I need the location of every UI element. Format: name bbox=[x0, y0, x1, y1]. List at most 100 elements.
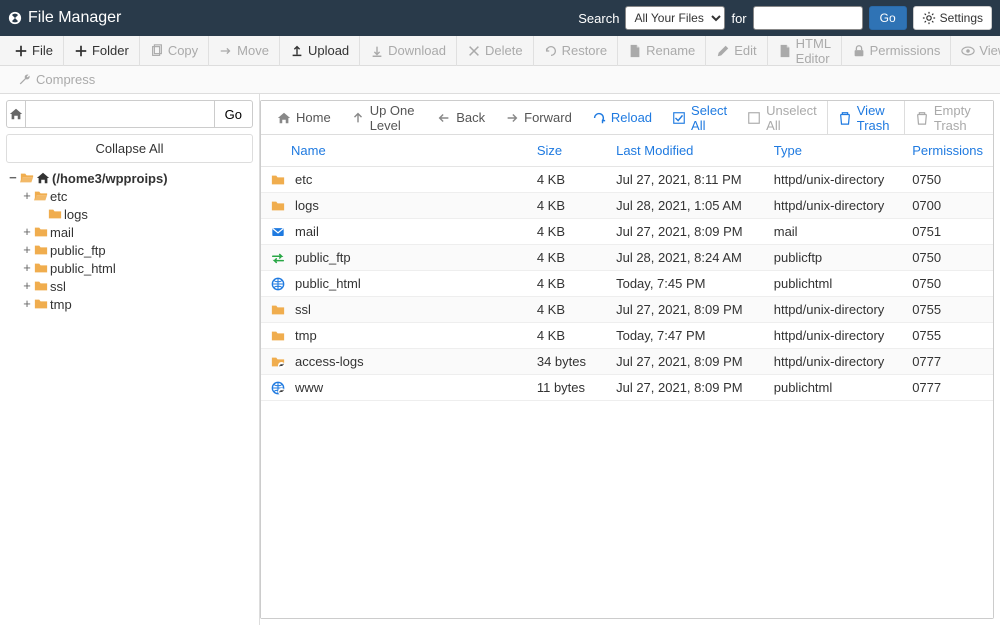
reload-label: Reload bbox=[611, 110, 652, 125]
file-name-cell: logs bbox=[271, 198, 517, 213]
col-permissions[interactable]: Permissions bbox=[902, 135, 993, 167]
expand-icon[interactable]: + bbox=[22, 261, 32, 276]
tree-node[interactable]: + public_ftp bbox=[8, 241, 253, 259]
table-row[interactable]: public_html4 KBToday, 7:45 PMpublichtml0… bbox=[261, 271, 993, 297]
search-input[interactable] bbox=[753, 6, 863, 30]
for-label: for bbox=[731, 11, 746, 26]
nav-up-button[interactable]: Up One Level bbox=[341, 101, 428, 135]
download-button[interactable]: Download bbox=[360, 36, 457, 66]
file-name-cell: mail bbox=[271, 224, 517, 239]
arrow-left-icon bbox=[437, 111, 451, 125]
file-size: 4 KB bbox=[527, 271, 606, 297]
collapse-icon[interactable]: − bbox=[8, 171, 18, 186]
expand-icon[interactable]: + bbox=[22, 297, 32, 312]
nav-forward-button[interactable]: Forward bbox=[495, 101, 582, 135]
tree-node[interactable]: + etc bbox=[8, 187, 253, 205]
tree-node-label: ssl bbox=[50, 279, 66, 294]
file-size: 4 KB bbox=[527, 323, 606, 349]
file-name: tmp bbox=[295, 328, 317, 343]
file-icon bbox=[628, 44, 642, 58]
select-all-button[interactable]: Select All bbox=[662, 101, 737, 135]
nav-home-label: Home bbox=[296, 110, 331, 125]
tree-node-label: etc bbox=[50, 189, 67, 204]
empty-trash-button[interactable]: Empty Trash bbox=[904, 101, 987, 135]
edit-button[interactable]: Edit bbox=[706, 36, 767, 66]
col-modified[interactable]: Last Modified bbox=[606, 135, 764, 167]
app-title: File Manager bbox=[28, 9, 121, 27]
file-name: public_ftp bbox=[295, 250, 351, 265]
expand-icon[interactable]: + bbox=[22, 225, 32, 240]
file-modified: Jul 27, 2021, 8:09 PM bbox=[606, 219, 764, 245]
settings-button[interactable]: Settings bbox=[913, 6, 992, 30]
table-row[interactable]: etc4 KBJul 27, 2021, 8:11 PMhttpd/unix-d… bbox=[261, 167, 993, 193]
tree-node[interactable]: + ssl bbox=[8, 277, 253, 295]
restore-label: Restore bbox=[562, 43, 608, 58]
table-row[interactable]: mail4 KBJul 27, 2021, 8:09 PMmail0751 bbox=[261, 219, 993, 245]
file-modified: Jul 27, 2021, 8:11 PM bbox=[606, 167, 764, 193]
download-label: Download bbox=[388, 43, 446, 58]
restore-button[interactable]: Restore bbox=[534, 36, 619, 66]
col-type[interactable]: Type bbox=[764, 135, 902, 167]
path-input[interactable] bbox=[26, 100, 214, 128]
compress-button[interactable]: Compress bbox=[8, 66, 105, 94]
tree-node[interactable]: +public_html bbox=[8, 259, 253, 277]
nav-home-button[interactable]: Home bbox=[267, 101, 341, 135]
main-toolbar: File Folder Copy Move Upload Download De… bbox=[0, 36, 1000, 66]
view-trash-button[interactable]: View Trash bbox=[827, 101, 904, 135]
file-list[interactable]: Name Size Last Modified Type Permissions… bbox=[261, 135, 993, 618]
tree-node-label: public_ftp bbox=[50, 243, 106, 258]
table-row[interactable]: www11 bytesJul 27, 2021, 8:09 PMpublicht… bbox=[261, 375, 993, 401]
path-go-button[interactable]: Go bbox=[214, 100, 253, 128]
table-row[interactable]: logs4 KBJul 28, 2021, 1:05 AMhttpd/unix-… bbox=[261, 193, 993, 219]
new-file-button[interactable]: File bbox=[4, 36, 64, 66]
settings-label: Settings bbox=[940, 11, 983, 25]
app-logo: File Manager bbox=[8, 9, 121, 27]
file-type: httpd/unix-directory bbox=[764, 193, 902, 219]
file-size: 4 KB bbox=[527, 193, 606, 219]
home-button[interactable] bbox=[6, 100, 26, 128]
view-label: View bbox=[979, 43, 1000, 58]
unselect-all-button[interactable]: Unselect All bbox=[737, 101, 827, 135]
col-name[interactable]: Name bbox=[261, 135, 527, 167]
html-editor-button[interactable]: HTML Editor bbox=[768, 36, 842, 66]
file-name: mail bbox=[295, 224, 319, 239]
new-folder-button[interactable]: Folder bbox=[64, 36, 140, 66]
move-button[interactable]: Move bbox=[209, 36, 280, 66]
file-permissions: 0750 bbox=[902, 245, 993, 271]
copy-button[interactable]: Copy bbox=[140, 36, 209, 66]
table-row[interactable]: public_ftp4 KBJul 28, 2021, 8:24 AMpubli… bbox=[261, 245, 993, 271]
lock-icon bbox=[852, 44, 866, 58]
view-button[interactable]: View bbox=[951, 36, 1000, 66]
table-row[interactable]: tmp4 KBToday, 7:47 PMhttpd/unix-director… bbox=[261, 323, 993, 349]
table-row[interactable]: ssl4 KBJul 27, 2021, 8:09 PMhttpd/unix-d… bbox=[261, 297, 993, 323]
file-permissions: 0777 bbox=[902, 349, 993, 375]
permissions-button[interactable]: Permissions bbox=[842, 36, 952, 66]
reload-icon bbox=[592, 111, 606, 125]
tree-root-label: (/home3/wpproips) bbox=[52, 171, 168, 186]
move-label: Move bbox=[237, 43, 269, 58]
search-label: Search bbox=[578, 11, 619, 26]
tree-root[interactable]: − (/home3/wpproips) bbox=[8, 169, 253, 187]
collapse-all-button[interactable]: Collapse All bbox=[6, 134, 253, 163]
expand-icon[interactable]: + bbox=[22, 279, 32, 294]
trash-icon bbox=[915, 111, 929, 125]
nav-up-label: Up One Level bbox=[370, 103, 418, 133]
arrow-right-icon bbox=[505, 111, 519, 125]
tree-node[interactable]: +tmp bbox=[8, 295, 253, 313]
plus-icon bbox=[74, 44, 88, 58]
col-size[interactable]: Size bbox=[527, 135, 606, 167]
search-scope-select[interactable]: All Your Files bbox=[625, 6, 725, 30]
delete-button[interactable]: Delete bbox=[457, 36, 534, 66]
table-row[interactable]: access-logs34 bytesJul 27, 2021, 8:09 PM… bbox=[261, 349, 993, 375]
rename-button[interactable]: Rename bbox=[618, 36, 706, 66]
tree-node[interactable]: +mail bbox=[8, 223, 253, 241]
file-size: 34 bytes bbox=[527, 349, 606, 375]
tree-node[interactable]: logs bbox=[8, 205, 253, 223]
expand-icon[interactable]: + bbox=[22, 243, 32, 258]
reload-button[interactable]: Reload bbox=[582, 101, 662, 135]
file-label: File bbox=[32, 43, 53, 58]
upload-button[interactable]: Upload bbox=[280, 36, 360, 66]
search-go-button[interactable]: Go bbox=[869, 6, 907, 30]
nav-back-button[interactable]: Back bbox=[427, 101, 495, 135]
expand-icon[interactable]: + bbox=[22, 189, 32, 204]
